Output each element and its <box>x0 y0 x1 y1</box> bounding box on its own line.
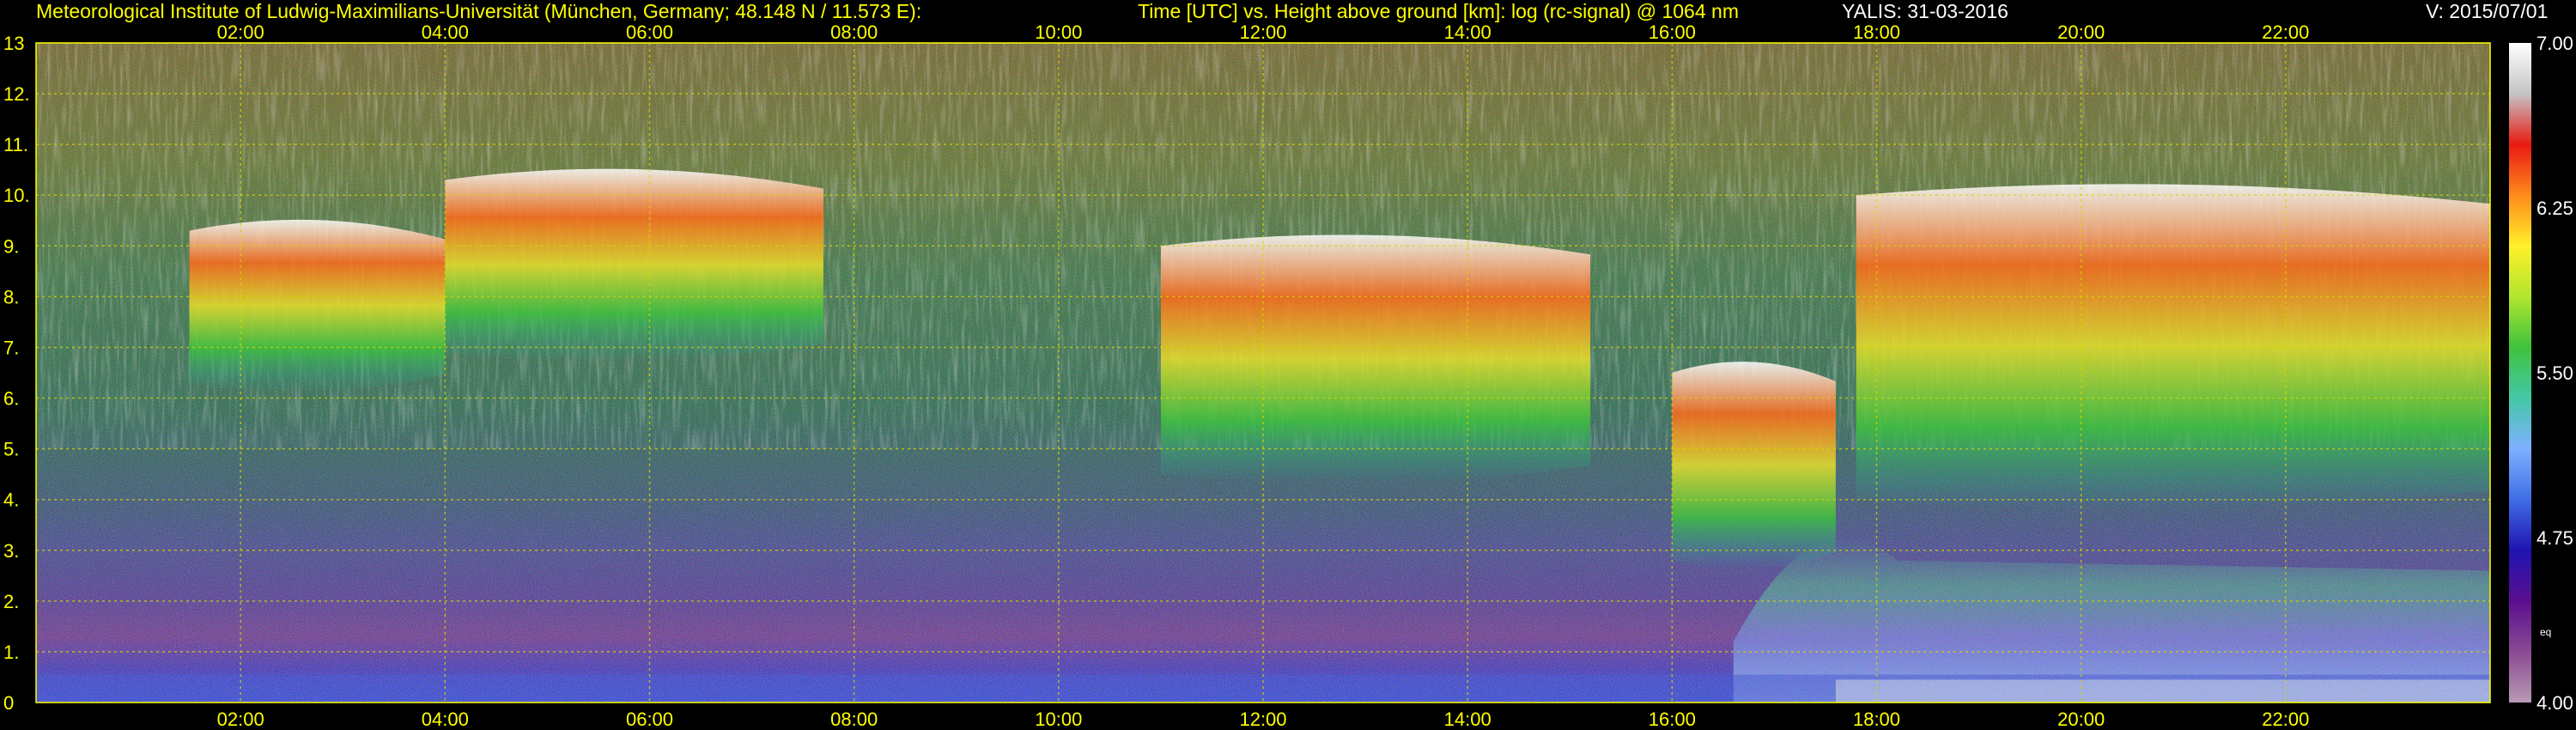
colorbar-tick-label: 4.75 <box>2537 527 2573 549</box>
x-tick-label-bottom: 02:00 <box>217 709 264 730</box>
y-tick-label: 11. <box>3 134 28 155</box>
x-tick-label-top: 12:00 <box>1239 21 1286 43</box>
x-tick-label-bottom: 16:00 <box>1649 709 1696 730</box>
x-tick-label-top: 22:00 <box>2262 21 2309 43</box>
x-tick-label-top: 02:00 <box>217 21 264 43</box>
y-tick-label: 13 <box>3 33 24 54</box>
colorbar-tick-label: 4.00 <box>2537 692 2573 714</box>
x-tick-label-top: 04:00 <box>422 21 469 43</box>
colorbar-tick-label: 5.50 <box>2537 362 2573 384</box>
y-axis-ticks: 0 1. 2. 3. 4. 5. 6. 7. 8. 9. 10. 11. 12. 13 <box>3 33 30 714</box>
cloud-layer-1 <box>189 219 446 392</box>
x-tick-label-top: 18:00 <box>1853 21 1900 43</box>
x-tick-label-bottom: 12:00 <box>1239 709 1286 730</box>
y-tick-label: 9. <box>3 235 19 257</box>
cloud-layer-3 <box>1160 234 1591 484</box>
y-tick-label: 5. <box>3 439 19 460</box>
cloud-layer-4 <box>1672 362 1836 570</box>
colorbar-scale <box>2509 43 2531 703</box>
x-tick-label-bottom: 10:00 <box>1035 709 1082 730</box>
colorbar-tick-label: 7.00 <box>2537 33 2573 54</box>
x-tick-label-top: 10:00 <box>1035 21 1082 43</box>
colorbar-extra-label: eq <box>2540 626 2551 638</box>
colorbar-tick-label: 6.25 <box>2537 198 2573 219</box>
x-tick-label-bottom: 20:00 <box>2057 709 2105 730</box>
x-tick-label-bottom: 08:00 <box>830 709 878 730</box>
y-tick-label: 0 <box>3 692 14 714</box>
x-tick-label-top: 16:00 <box>1649 21 1696 43</box>
colorbar: 4.00 4.75 5.50 6.25 7.00 eq <box>2509 33 2573 714</box>
y-tick-label: 7. <box>3 337 19 358</box>
x-tick-label-bottom: 04:00 <box>422 709 469 730</box>
y-tick-label: 4. <box>3 490 19 511</box>
x-tick-label-top: 06:00 <box>626 21 673 43</box>
x-tick-label-bottom: 14:00 <box>1444 709 1492 730</box>
y-tick-label: 8. <box>3 286 19 307</box>
y-tick-label: 10. <box>3 185 30 206</box>
cloud-layer-5 <box>1856 184 2490 509</box>
y-tick-label: 1. <box>3 642 19 663</box>
y-tick-label: 2. <box>3 591 19 612</box>
y-tick-label: 12. <box>3 83 30 105</box>
y-tick-label: 3. <box>3 540 19 562</box>
x-tick-label-bottom: 06:00 <box>626 709 673 730</box>
x-tick-label-top: 14:00 <box>1444 21 1492 43</box>
x-tick-label-top: 20:00 <box>2057 21 2105 43</box>
x-tick-label-bottom: 18:00 <box>1853 709 1900 730</box>
lidar-backscatter-chart: 0 1. 2. 3. 4. 5. 6. 7. 8. 9. 10. 11. 12. 13 02:00 02:0… <box>3 21 2573 730</box>
x-tick-label-bottom: 22:00 <box>2262 709 2309 730</box>
x-tick-label-top: 08:00 <box>830 21 878 43</box>
cloud-layer-2 <box>445 168 823 362</box>
y-tick-label: 6. <box>3 388 19 410</box>
